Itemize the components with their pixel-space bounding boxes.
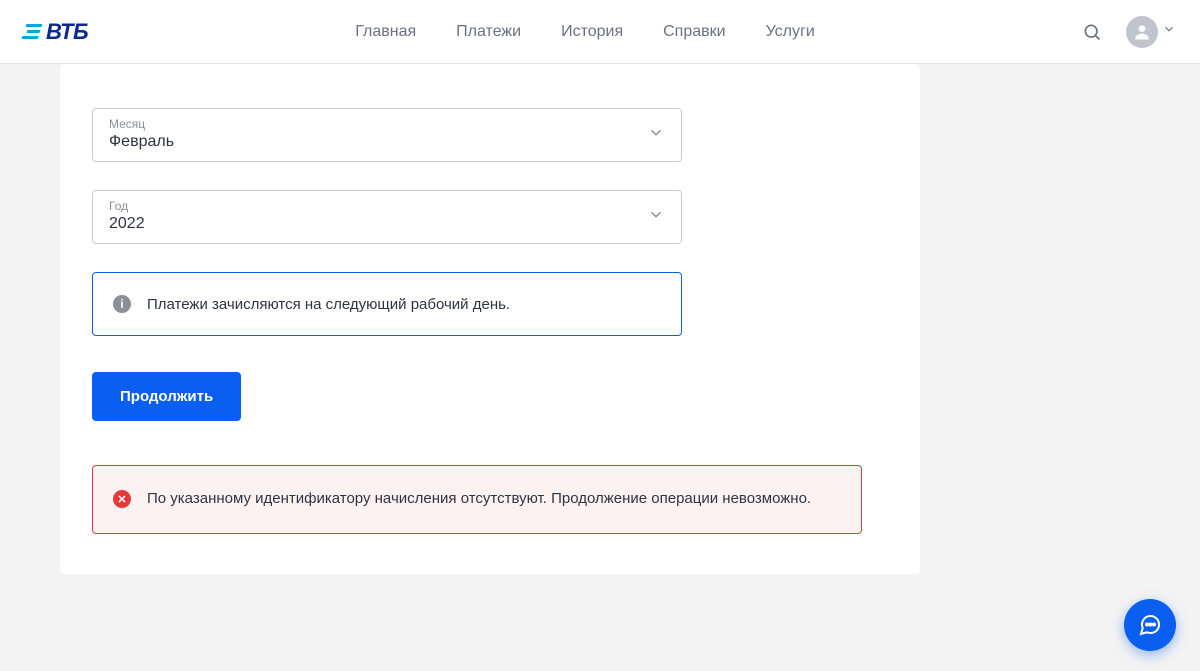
nav-payments[interactable]: Платежи	[456, 23, 521, 41]
continue-button[interactable]: Продолжить	[92, 372, 241, 421]
chat-button[interactable]	[1124, 599, 1176, 651]
nav-references[interactable]: Справки	[663, 23, 725, 41]
nav-home[interactable]: Главная	[355, 23, 416, 41]
info-icon: i	[113, 295, 131, 313]
main-nav: Главная Платежи История Справки Услуги	[355, 23, 815, 41]
year-label: Год	[109, 199, 665, 213]
month-select[interactable]: Месяц Февраль	[92, 108, 682, 162]
error-icon: ✕	[113, 490, 131, 508]
month-value: Февраль	[109, 133, 665, 151]
error-banner: ✕ По указанному идентификатору начислени…	[92, 465, 862, 534]
chevron-down-icon	[647, 206, 665, 229]
brand-logo[interactable]: ВТБ	[24, 19, 88, 45]
year-value: 2022	[109, 215, 665, 233]
nav-services[interactable]: Услуги	[766, 23, 815, 41]
year-select[interactable]: Год 2022	[92, 190, 682, 244]
chevron-down-icon	[647, 124, 665, 147]
header: ВТБ Главная Платежи История Справки Услу…	[0, 0, 1200, 64]
info-banner: i Платежи зачисляются на следующий рабоч…	[92, 272, 682, 336]
payment-form-card: Месяц Февраль Год 2022 i Платежи зачисля…	[60, 64, 920, 574]
logo-icon	[22, 24, 43, 39]
avatar-icon	[1126, 16, 1158, 48]
chevron-down-icon	[1162, 22, 1176, 41]
error-text: По указанному идентификатору начисления …	[147, 488, 811, 511]
brand-name: ВТБ	[46, 19, 88, 45]
info-text: Платежи зачисляются на следующий рабочий…	[147, 296, 510, 313]
search-icon[interactable]	[1082, 22, 1102, 42]
nav-history[interactable]: История	[561, 23, 623, 41]
month-label: Месяц	[109, 117, 665, 131]
user-menu[interactable]	[1126, 16, 1176, 48]
